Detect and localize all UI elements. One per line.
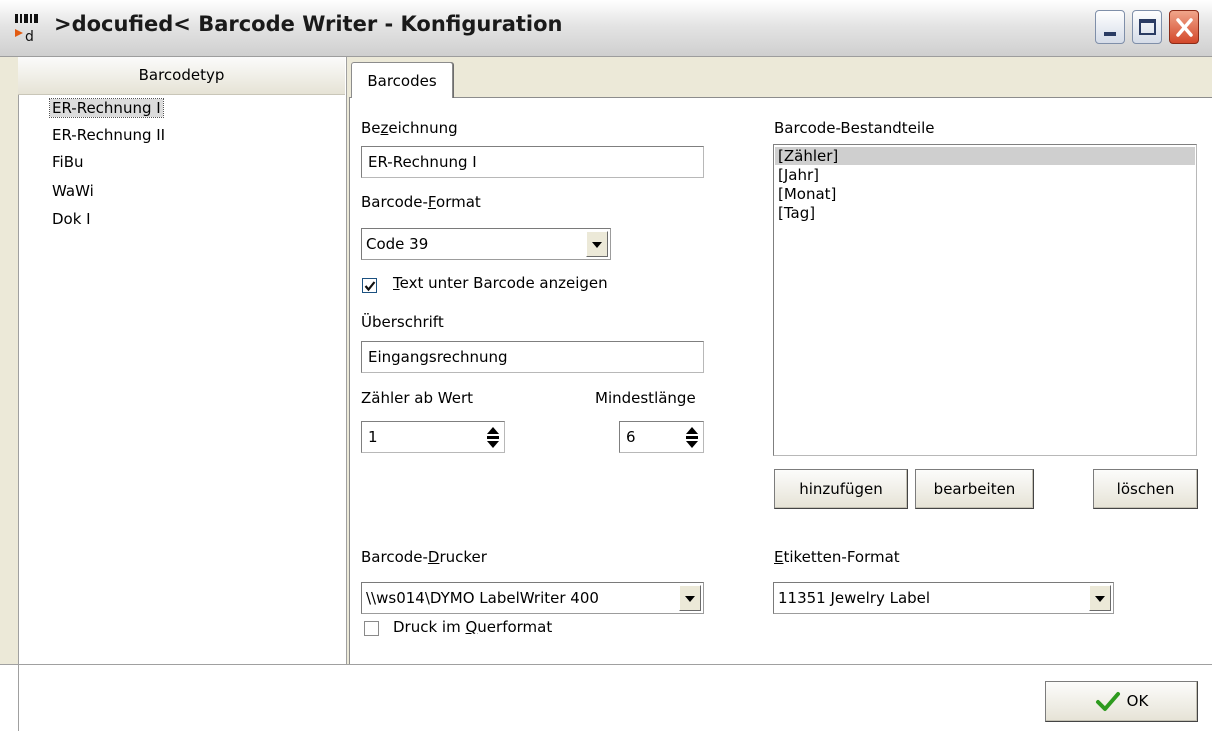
- querformat-label[interactable]: Druck im Querformat: [393, 618, 552, 636]
- text-under-barcode-label[interactable]: Text unter Barcode anzeigen: [393, 274, 608, 292]
- spin-up-icon[interactable]: [486, 426, 500, 436]
- mindestlaenge-value: 6: [626, 428, 636, 446]
- drucker-value: \\ws014\DYMO LabelWriter 400: [366, 589, 599, 607]
- maximize-button[interactable]: [1132, 10, 1162, 44]
- list-item-dok-i[interactable]: Dok I: [52, 210, 91, 228]
- svg-text:d: d: [25, 29, 34, 43]
- drucker-label: Barcode-Drucker: [361, 548, 487, 566]
- bezeichnung-label: Bezeichnung: [361, 119, 458, 137]
- barcode-type-list[interactable]: [18, 57, 347, 664]
- dropdown-arrow-icon[interactable]: [679, 585, 701, 611]
- ok-button[interactable]: OK: [1045, 681, 1198, 722]
- bezeichnung-input[interactable]: ER-Rechnung I: [361, 146, 704, 178]
- zaehler-stepper[interactable]: 1: [361, 421, 505, 453]
- close-icon: [1176, 18, 1193, 37]
- etiketten-value: 11351 Jewelry Label: [778, 589, 931, 607]
- zaehler-label: Zähler ab Wert: [361, 389, 474, 407]
- mindestlaenge-label: Mindestlänge: [595, 389, 696, 407]
- tab-barcodes[interactable]: Barcodes: [351, 62, 453, 98]
- bestandteil-item[interactable]: [Zähler]: [775, 147, 1195, 165]
- list-item-fibu[interactable]: FiBu: [52, 153, 84, 171]
- barcode-format-value: Code 39: [366, 235, 429, 253]
- mindestlaenge-stepper[interactable]: 6: [619, 421, 704, 453]
- querformat-checkbox[interactable]: [364, 621, 379, 636]
- config-window: d >docufied< Barcode Writer - Konfigurat…: [0, 0, 1212, 732]
- ueberschrift-input[interactable]: Eingangsrechnung: [361, 341, 704, 373]
- close-button[interactable]: [1169, 10, 1199, 44]
- zaehler-value: 1: [368, 428, 378, 446]
- app-icon: d: [14, 13, 40, 45]
- dropdown-arrow-icon[interactable]: [1089, 585, 1111, 611]
- minimize-button[interactable]: [1095, 10, 1125, 44]
- spin-down-icon[interactable]: [685, 439, 699, 449]
- spin-up-icon[interactable]: [685, 426, 699, 436]
- bestandteil-item[interactable]: [Monat]: [778, 185, 836, 203]
- etiketten-label: Etiketten-Format: [774, 548, 900, 566]
- etiketten-select[interactable]: 11351 Jewelry Label: [773, 582, 1114, 614]
- text-under-barcode-checkbox[interactable]: [362, 278, 377, 293]
- footer-divider: [18, 664, 19, 731]
- bestandteil-item[interactable]: [Jahr]: [778, 166, 819, 184]
- barcode-format-label: Barcode-Format: [361, 193, 481, 211]
- checkmark-icon: [364, 281, 376, 292]
- add-button[interactable]: hinzufügen: [774, 469, 908, 509]
- minimize-icon: [1104, 32, 1116, 36]
- bestandteile-listbox[interactable]: [Zähler] [Jahr] [Monat] [Tag]: [773, 144, 1197, 456]
- ueberschrift-label: Überschrift: [361, 313, 444, 331]
- spin-down-icon[interactable]: [486, 439, 500, 449]
- checkmark-icon: [1095, 691, 1120, 711]
- list-item-er-rechnung-ii[interactable]: ER-Rechnung II: [52, 126, 165, 144]
- list-item-wawi[interactable]: WaWi: [52, 182, 94, 200]
- edit-button[interactable]: bearbeiten: [915, 469, 1034, 509]
- bestandteile-label: Barcode-Bestandteile: [774, 119, 935, 137]
- dropdown-arrow-icon[interactable]: [586, 231, 608, 257]
- footer-bar: [0, 664, 1212, 732]
- window-title: >docufied< Barcode Writer - Konfiguratio…: [54, 12, 563, 36]
- delete-button[interactable]: löschen: [1093, 469, 1198, 509]
- bestandteil-item[interactable]: [Tag]: [778, 204, 815, 222]
- maximize-icon: [1139, 19, 1156, 35]
- ok-button-label: OK: [1126, 692, 1149, 710]
- drucker-select[interactable]: \\ws014\DYMO LabelWriter 400: [361, 582, 704, 614]
- list-column-header[interactable]: Barcodetyp: [18, 57, 345, 95]
- barcode-format-select[interactable]: Code 39: [361, 228, 611, 260]
- list-item-er-rechnung-i[interactable]: ER-Rechnung I: [49, 98, 164, 118]
